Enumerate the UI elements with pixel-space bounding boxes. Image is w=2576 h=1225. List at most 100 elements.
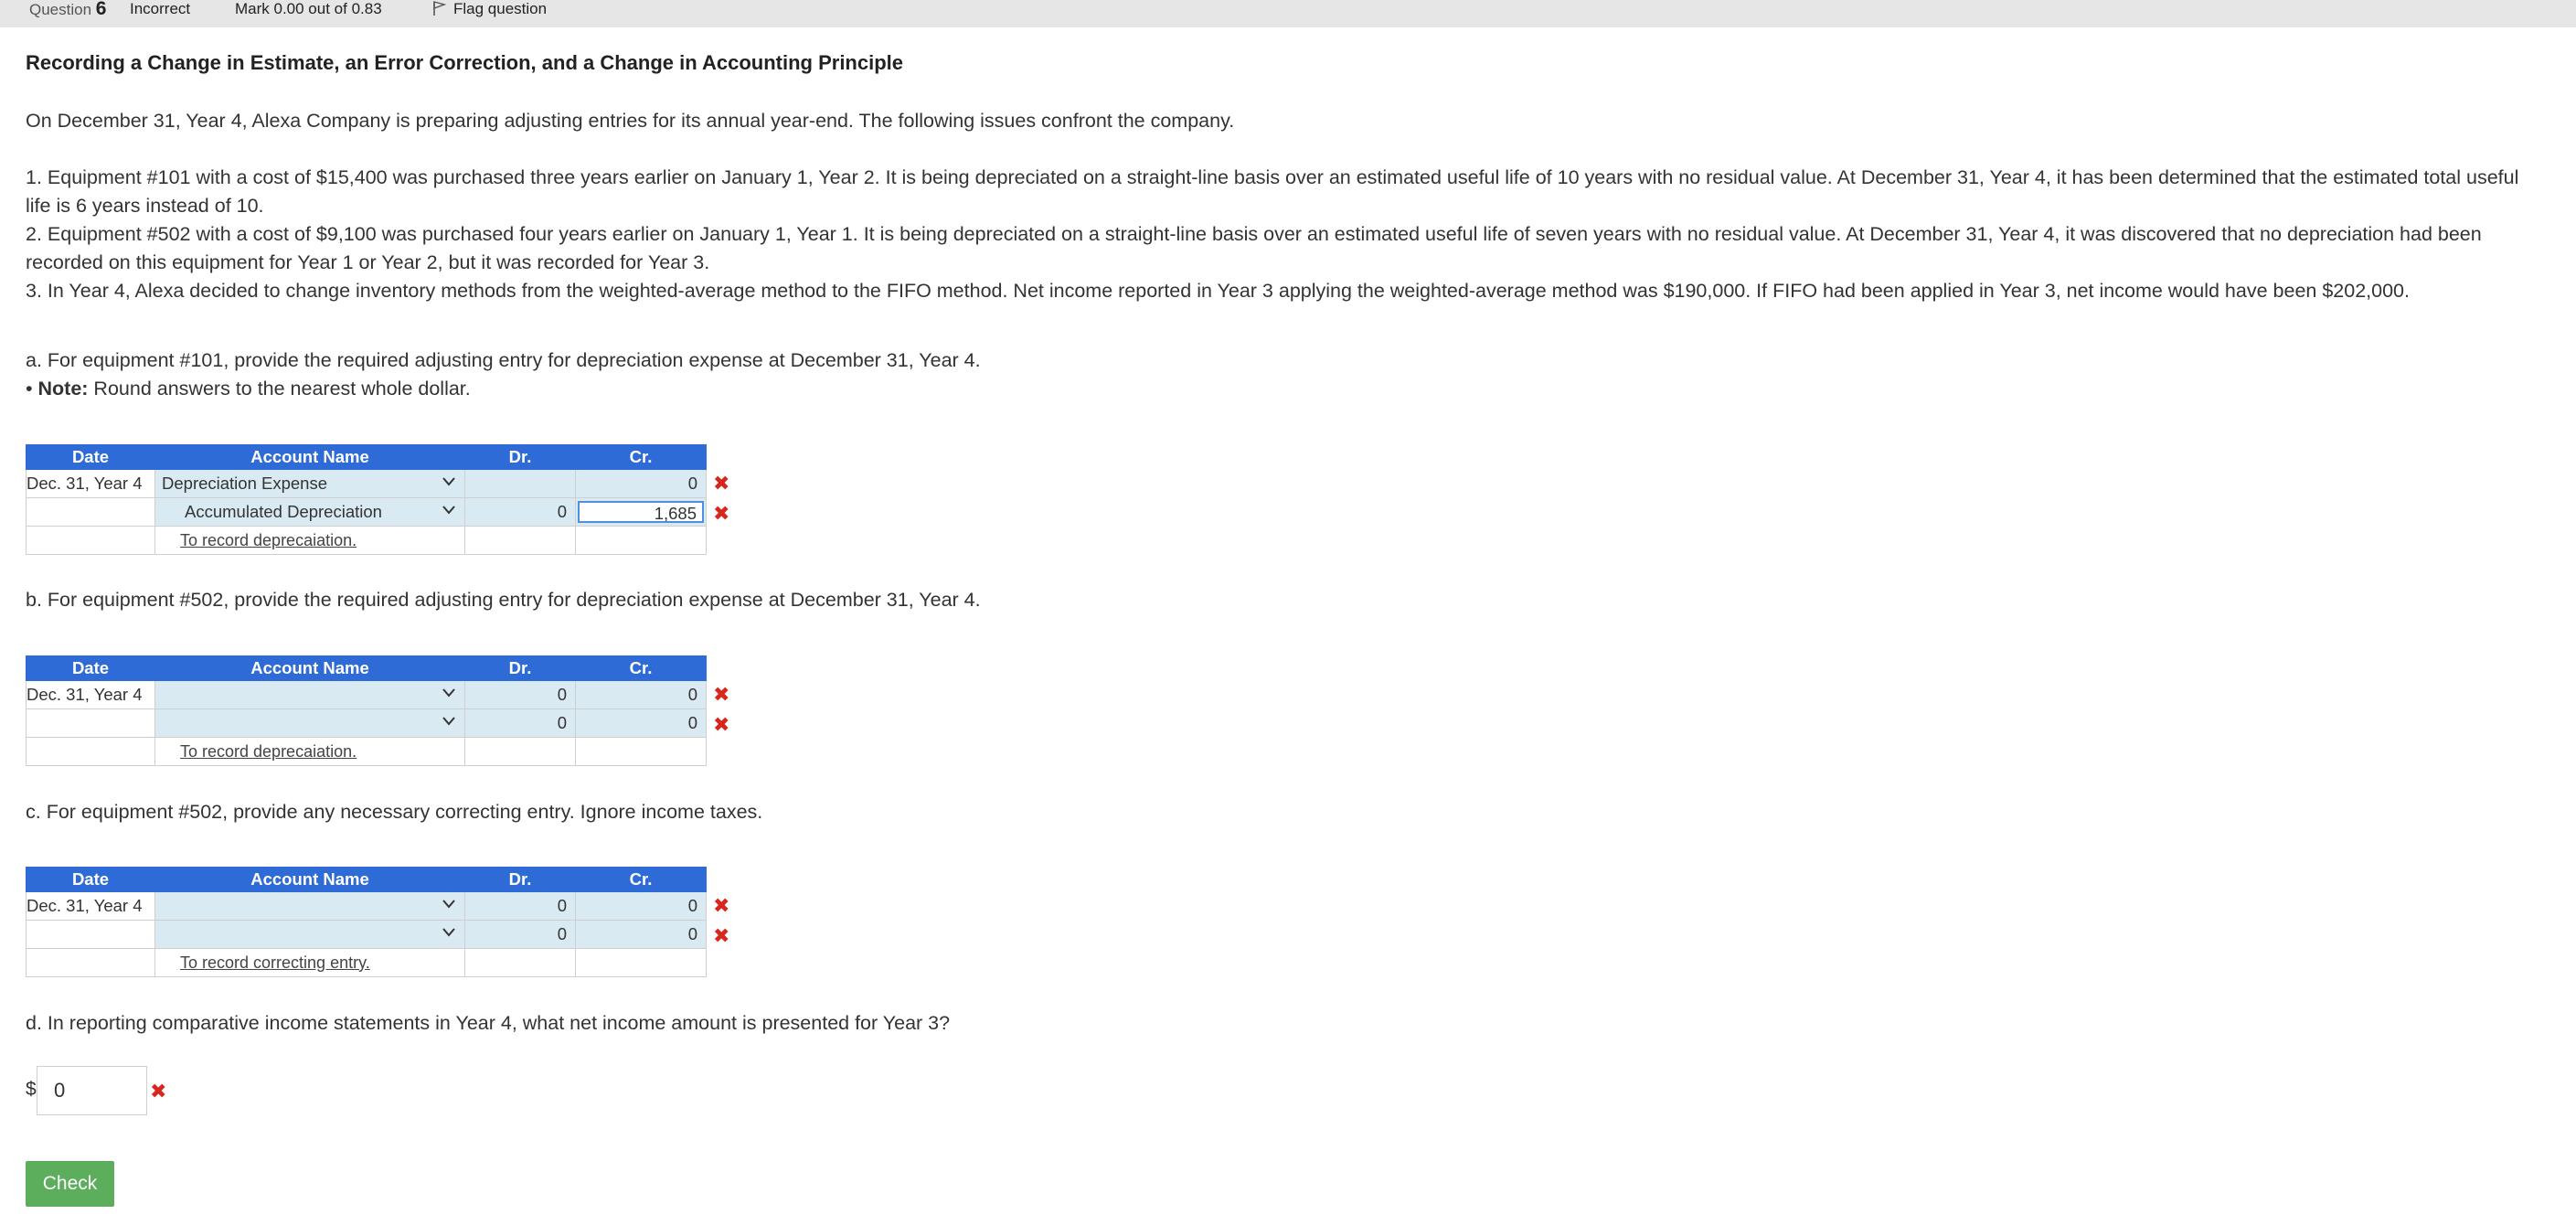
journal-entry-table-b: Date Account Name Dr. Cr. Dec. 31, Year … — [26, 655, 707, 766]
issue-2-line-2: recorded on this equipment for Year 1 or… — [26, 251, 710, 273]
part-d-prompt: d. In reporting comparative income state… — [26, 1012, 951, 1034]
empty-date-cell — [26, 948, 155, 977]
incorrect-icon: ✖ — [150, 1080, 167, 1102]
empty-debit-cell — [464, 526, 576, 555]
flag-icon — [433, 1, 447, 16]
account-select[interactable] — [154, 680, 465, 709]
empty-credit-cell — [575, 948, 707, 977]
empty-credit-cell — [575, 737, 707, 766]
table-row: Dec. 31, Year 4 0 0 — [26, 891, 707, 921]
question-number: 6 — [95, 0, 107, 19]
journal-entry-table-a: Date Account Name Dr. Cr. Dec. 31, Year … — [26, 444, 707, 555]
date-header: Date — [26, 867, 155, 892]
incorrect-icon: ✖ — [713, 713, 730, 736]
empty-date-cell — [26, 737, 155, 766]
empty-date-cell — [26, 497, 155, 527]
entry-memo: To record deprecaiation. — [154, 526, 465, 555]
table-row: 0 0 — [26, 708, 707, 738]
debit-input[interactable] — [464, 469, 576, 498]
chevron-down-icon — [442, 900, 455, 909]
debit-input[interactable]: 0 — [464, 891, 576, 921]
empty-date-cell — [26, 526, 155, 555]
empty-debit-cell — [464, 948, 576, 977]
issue-2-line-1: 2. Equipment #502 with a cost of $9,100 … — [26, 223, 2482, 245]
table-row: Accumulated Depreciation 0 1,685 — [26, 497, 707, 527]
net-income-input[interactable]: 0 — [37, 1066, 147, 1115]
question-number-label: Question 6 — [29, 0, 107, 19]
debit-input[interactable]: 0 — [464, 680, 576, 709]
question-status: Incorrect — [130, 0, 191, 17]
credit-input[interactable]: 0 — [575, 469, 707, 498]
date-header: Date — [26, 655, 155, 681]
table-row: Dec. 31, Year 4 Depreciation Expense 0 — [26, 469, 707, 498]
chevron-down-icon — [442, 717, 455, 726]
check-button[interactable]: Check — [26, 1161, 114, 1207]
account-name-header: Account Name — [154, 444, 465, 470]
account-select[interactable] — [154, 708, 465, 738]
incorrect-icon: ✖ — [713, 894, 730, 917]
debit-header: Dr. — [464, 655, 576, 681]
account-select[interactable] — [154, 920, 465, 949]
part-b-prompt: b. For equipment #502, provide the requi… — [26, 589, 981, 611]
account-select-value: Depreciation Expense — [162, 474, 327, 493]
incorrect-icon: ✖ — [713, 683, 730, 706]
account-select-value: Accumulated Depreciation — [185, 502, 382, 521]
credit-header: Cr. — [575, 655, 707, 681]
flag-question-link[interactable]: Flag question — [431, 0, 547, 18]
entry-date: Dec. 31, Year 4 — [26, 891, 155, 921]
debit-input[interactable]: 0 — [464, 497, 576, 527]
chevron-down-icon — [442, 506, 455, 515]
issue-1-line-2: life is 6 years instead of 10. — [26, 195, 264, 217]
chevron-down-icon — [442, 928, 455, 937]
note-text: Round answers to the nearest whole dolla… — [88, 378, 471, 399]
issue-1-line-1: 1. Equipment #101 with a cost of $15,400… — [26, 166, 2519, 188]
part-c-prompt: c. For equipment #502, provide any neces… — [26, 801, 763, 823]
incorrect-icon: ✖ — [713, 502, 730, 525]
empty-date-cell — [26, 708, 155, 738]
account-select[interactable]: Depreciation Expense — [154, 469, 465, 498]
empty-date-cell — [26, 920, 155, 949]
chevron-down-icon — [442, 688, 455, 698]
account-name-header: Account Name — [154, 655, 465, 681]
date-header: Date — [26, 444, 155, 470]
bullet: • — [26, 378, 38, 399]
credit-input[interactable]: 1,685 — [578, 501, 704, 523]
entry-date: Dec. 31, Year 4 — [26, 680, 155, 709]
part-a-note: • Note: Round answers to the nearest who… — [26, 375, 2567, 403]
issue-3: 3. In Year 4, Alexa decided to change in… — [26, 280, 2410, 302]
credit-input[interactable]: 0 — [575, 680, 707, 709]
debit-header: Dr. — [464, 867, 576, 892]
debit-header: Dr. — [464, 444, 576, 470]
question-title: Recording a Change in Estimate, an Error… — [26, 51, 904, 74]
account-select[interactable]: Accumulated Depreciation — [154, 497, 465, 527]
question-intro: On December 31, Year 4, Alexa Company is… — [26, 110, 1235, 132]
credit-input[interactable]: 0 — [575, 891, 707, 921]
credit-input-cell: 1,685 — [575, 497, 707, 527]
part-a-prompt: a. For equipment #101, provide the requi… — [26, 349, 981, 371]
incorrect-icon: ✖ — [713, 924, 730, 947]
note-label: Note: — [37, 378, 89, 399]
credit-header: Cr. — [575, 444, 707, 470]
journal-entry-table-c: Date Account Name Dr. Cr. Dec. 31, Year … — [26, 867, 707, 977]
entry-memo: To record correcting entry. — [154, 948, 465, 977]
table-row: Dec. 31, Year 4 0 0 — [26, 680, 707, 709]
account-select[interactable] — [154, 891, 465, 921]
debit-input[interactable]: 0 — [464, 708, 576, 738]
incorrect-icon: ✖ — [713, 472, 730, 495]
credit-input[interactable]: 0 — [575, 708, 707, 738]
empty-credit-cell — [575, 526, 707, 555]
table-row: To record deprecaiation. — [26, 526, 707, 555]
table-row: To record deprecaiation. — [26, 737, 707, 766]
chevron-down-icon — [442, 477, 455, 486]
table-row: 0 0 — [26, 920, 707, 949]
entry-date: Dec. 31, Year 4 — [26, 469, 155, 498]
table-row: To record correcting entry. — [26, 948, 707, 977]
entry-memo: To record deprecaiation. — [154, 737, 465, 766]
empty-debit-cell — [464, 737, 576, 766]
debit-input[interactable]: 0 — [464, 920, 576, 949]
question-info-bar: Question 6 Incorrect Mark 0.00 out of 0.… — [0, 0, 2576, 27]
account-name-header: Account Name — [154, 867, 465, 892]
flag-question-label: Flag question — [453, 0, 548, 17]
question-mark: Mark 0.00 out of 0.83 — [235, 0, 382, 17]
credit-input[interactable]: 0 — [575, 920, 707, 949]
